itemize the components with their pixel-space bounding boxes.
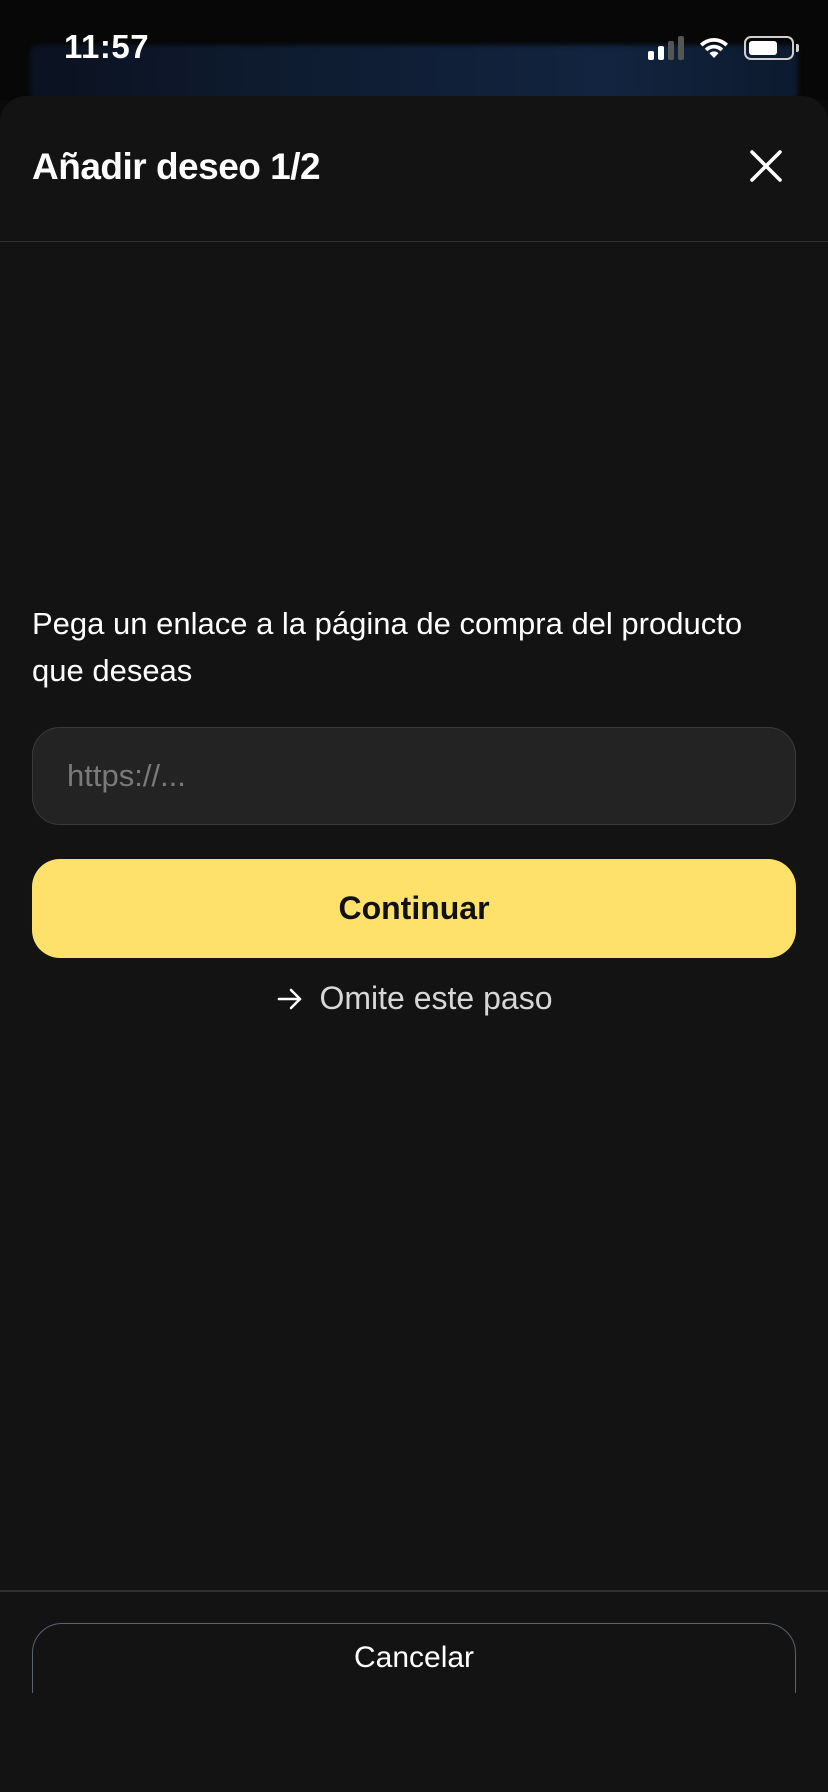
- link-prompt: Pega un enlace a la página de compra del…: [32, 606, 743, 688]
- screen: 11:57 Añadir deseo 1/2 Pega un enlace a …: [0, 0, 828, 1792]
- close-button[interactable]: [744, 144, 788, 188]
- arrow-right-icon: [277, 988, 301, 1009]
- footer-divider: [0, 1590, 828, 1592]
- cancel-button[interactable]: Cancelar: [32, 1623, 796, 1693]
- status-icons: [648, 36, 799, 60]
- sheet-header: Añadir deseo 1/2: [0, 96, 828, 242]
- close-icon: [750, 150, 782, 182]
- cancel-button-container: Cancelar: [32, 1623, 796, 1693]
- skip-step-label: Omite este paso: [319, 980, 553, 1016]
- wifi-icon: [700, 38, 728, 58]
- status-bar: 11:57: [0, 0, 828, 100]
- status-time: 11:57: [64, 28, 150, 65]
- add-wish-sheet: Añadir deseo 1/2 Pega un enlace a la pág…: [0, 96, 828, 1792]
- skip-step-link[interactable]: Omite este paso: [0, 980, 828, 1017]
- signal-icon: [648, 36, 684, 60]
- url-input[interactable]: [32, 727, 796, 825]
- sheet-title: Añadir deseo 1/2: [32, 146, 321, 187]
- battery-icon: [744, 36, 799, 60]
- continue-button[interactable]: Continuar: [32, 859, 796, 958]
